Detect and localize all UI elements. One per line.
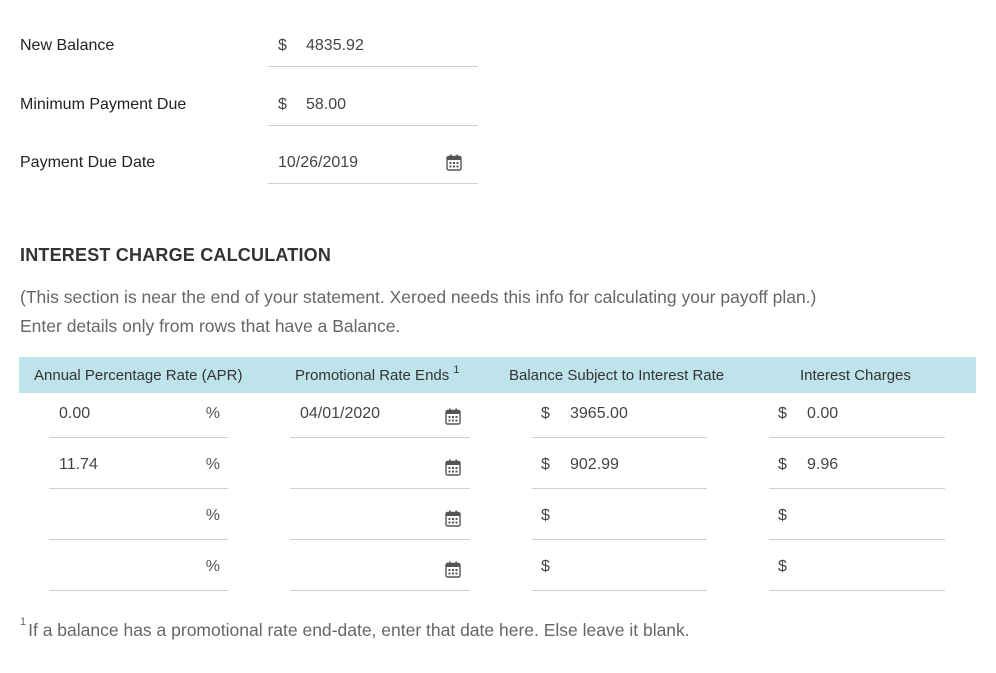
column-header-apr: Annual Percentage Rate (APR) bbox=[34, 367, 243, 384]
section-note-line-1: (This section is near the end of your st… bbox=[20, 287, 817, 307]
balance-input[interactable]: $ 3965.00 bbox=[532, 394, 707, 438]
balance-input[interactable]: $ bbox=[532, 547, 707, 591]
balance-input[interactable]: $ 902.99 bbox=[532, 445, 707, 489]
new-balance-input[interactable]: $ 4835.92 bbox=[268, 27, 478, 67]
section-note-line-2: Enter details only from rows that have a… bbox=[20, 316, 401, 336]
footnote-text: If a balance has a promotional rate end-… bbox=[28, 620, 690, 640]
promo-end-date-input[interactable] bbox=[290, 445, 470, 489]
currency-symbol: $ bbox=[541, 405, 550, 422]
currency-symbol: $ bbox=[778, 405, 787, 422]
balance-input[interactable]: $ bbox=[532, 496, 707, 540]
interest-charges-value: 0.00 bbox=[807, 405, 839, 422]
balance-value: 902.99 bbox=[570, 456, 619, 473]
payment-due-date-input[interactable]: 10/26/2019 bbox=[268, 144, 478, 184]
interest-charges-input[interactable]: $ 9.96 bbox=[769, 445, 945, 489]
calendar-icon[interactable] bbox=[445, 561, 461, 578]
new-balance-label: New Balance bbox=[20, 37, 115, 54]
column-header-charges: Interest Charges bbox=[800, 367, 911, 384]
promo-end-date-input[interactable]: 04/01/2020 bbox=[290, 394, 470, 438]
currency-symbol: $ bbox=[278, 96, 287, 113]
new-balance-value: 4835.92 bbox=[306, 37, 364, 54]
calendar-icon[interactable] bbox=[445, 408, 461, 425]
column-header-balance: Balance Subject to Interest Rate bbox=[509, 367, 725, 384]
footnote: 1 If a balance has a promotional rate end… bbox=[20, 616, 690, 641]
apr-input[interactable]: 0.00 % bbox=[49, 394, 228, 438]
section-title: INTEREST CHARGE CALCULATION bbox=[20, 245, 332, 265]
apr-input[interactable]: % bbox=[49, 547, 228, 591]
promo-end-date-input[interactable] bbox=[290, 547, 470, 591]
currency-symbol: $ bbox=[278, 37, 287, 54]
percent-symbol: % bbox=[205, 558, 220, 575]
apr-value: 11.74 bbox=[59, 456, 98, 473]
percent-symbol: % bbox=[205, 405, 220, 422]
currency-symbol: $ bbox=[778, 558, 787, 575]
minimum-payment-input[interactable]: $ 58.00 bbox=[268, 86, 478, 126]
payment-due-date-label: Payment Due Date bbox=[20, 154, 156, 171]
interest-charges-value: 9.96 bbox=[807, 456, 839, 473]
column-header-promo-end: Promotional Rate Ends 1 bbox=[295, 364, 460, 384]
footnote-marker: 1 bbox=[20, 616, 27, 628]
currency-symbol: $ bbox=[541, 558, 550, 575]
apr-input[interactable]: % bbox=[49, 496, 228, 540]
footnote-marker: 1 bbox=[453, 364, 460, 376]
new-balance-row: New Balance $ 4835.92 bbox=[0, 27, 996, 87]
minimum-payment-value: 58.00 bbox=[306, 96, 347, 113]
minimum-payment-label: Minimum Payment Due bbox=[20, 96, 187, 113]
currency-symbol: $ bbox=[778, 507, 787, 524]
calendar-icon[interactable] bbox=[446, 154, 462, 171]
column-header-promo-end-label: Promotional Rate Ends bbox=[295, 367, 450, 384]
currency-symbol: $ bbox=[541, 507, 550, 524]
payment-due-date-row: Payment Due Date 10/26/2019 bbox=[0, 144, 996, 204]
interest-charges-input[interactable]: $ bbox=[769, 496, 945, 540]
currency-symbol: $ bbox=[778, 456, 787, 473]
payment-due-date-value: 10/26/2019 bbox=[278, 154, 359, 171]
interest-charges-input[interactable]: $ 0.00 bbox=[769, 394, 945, 438]
interest-charges-input[interactable]: $ bbox=[769, 547, 945, 591]
calendar-icon[interactable] bbox=[445, 459, 461, 476]
percent-symbol: % bbox=[205, 507, 220, 524]
section-note: (This section is near the end of your st… bbox=[20, 283, 816, 341]
currency-symbol: $ bbox=[541, 456, 550, 473]
promo-end-date-input[interactable] bbox=[290, 496, 470, 540]
calendar-icon[interactable] bbox=[445, 510, 461, 527]
minimum-payment-row: Minimum Payment Due $ 58.00 bbox=[0, 86, 996, 146]
apr-value: 0.00 bbox=[59, 405, 91, 422]
balance-value: 3965.00 bbox=[570, 405, 628, 422]
percent-symbol: % bbox=[205, 456, 220, 473]
table-header: Annual Percentage Rate (APR) Promotional… bbox=[19, 357, 976, 393]
promo-end-date-value: 04/01/2020 bbox=[300, 405, 381, 422]
apr-input[interactable]: 11.74 % bbox=[49, 445, 228, 489]
